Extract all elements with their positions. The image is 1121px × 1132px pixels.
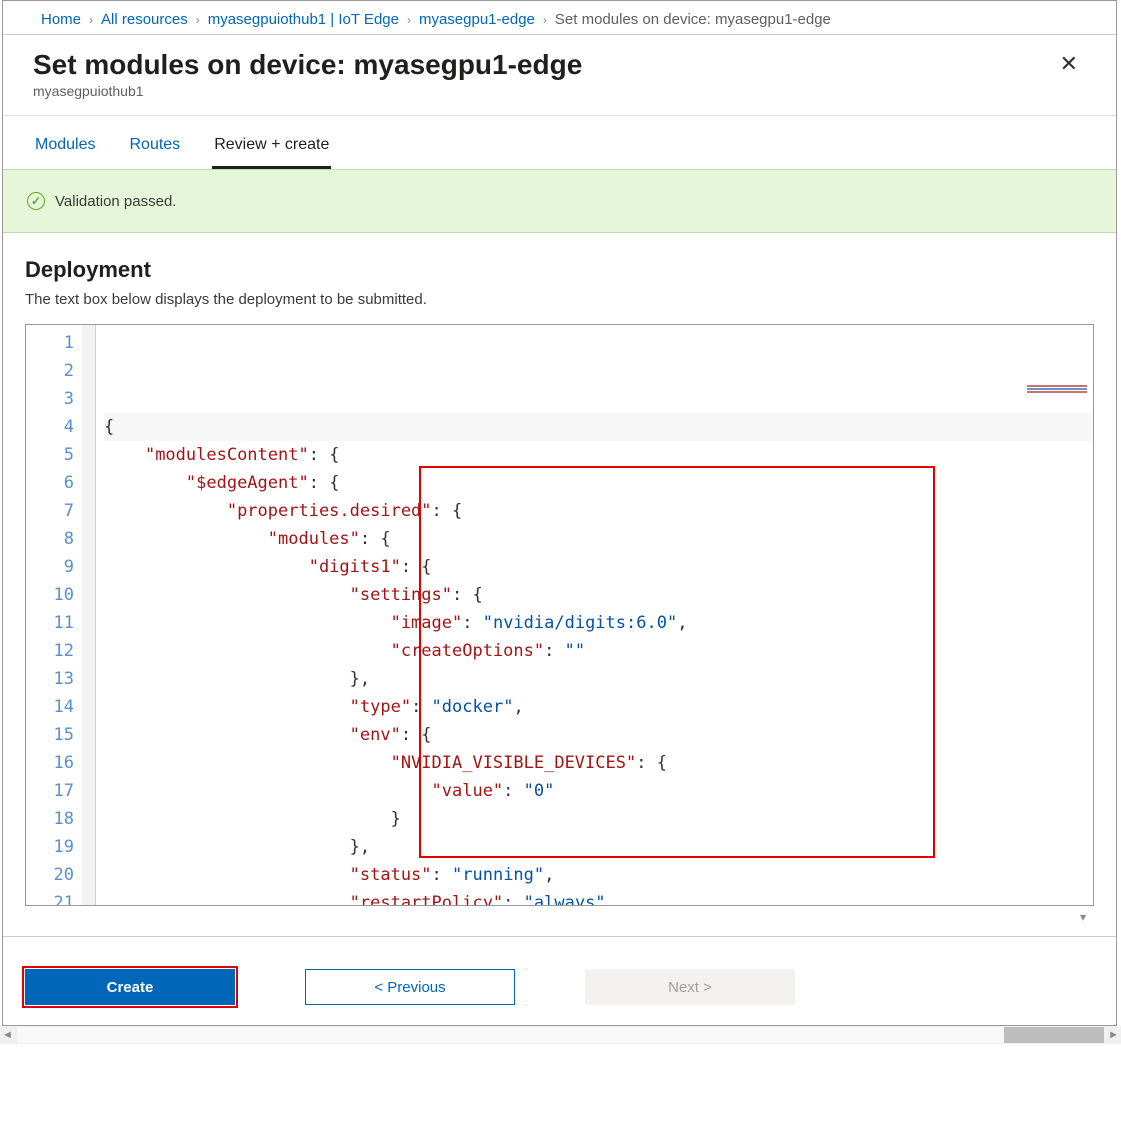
wizard-footer: Create < Previous Next >: [3, 936, 1116, 1025]
breadcrumb-link-edgedevice[interactable]: myasegpu1-edge: [419, 11, 535, 28]
previous-button[interactable]: < Previous: [305, 969, 515, 1005]
page-subtitle: myasegpuiothub1: [33, 83, 582, 99]
breadcrumb-current: Set modules on device: myasegpu1-edge: [555, 11, 831, 28]
next-button: Next >: [585, 969, 795, 1005]
validation-banner: ✓ Validation passed.: [3, 169, 1116, 233]
validation-message: Validation passed.: [55, 193, 176, 210]
tab-strip: Modules Routes Review + create: [3, 116, 1116, 169]
breadcrumb-link-allresources[interactable]: All resources: [101, 11, 188, 28]
chevron-right-icon: ›: [87, 13, 95, 27]
scroll-thumb[interactable]: [1004, 1027, 1104, 1043]
breadcrumb-link-home[interactable]: Home: [41, 11, 81, 28]
deployment-description: The text box below displays the deployme…: [25, 291, 1094, 308]
editor-content[interactable]: { "modulesContent": { "$edgeAgent": { "p…: [96, 325, 1093, 905]
minimap-icon: [1027, 329, 1087, 439]
tab-review-create[interactable]: Review + create: [212, 126, 331, 169]
editor-gutter: 1234 5678 9101112 13141516 17181920 21: [26, 325, 96, 905]
tab-routes[interactable]: Routes: [127, 126, 182, 169]
chevron-right-icon: ›: [541, 13, 549, 27]
create-button[interactable]: Create: [25, 969, 235, 1005]
scroll-right-icon[interactable]: ►: [1108, 1029, 1119, 1041]
close-icon[interactable]: ✕: [1052, 49, 1086, 79]
chevron-right-icon: ›: [194, 13, 202, 27]
scroll-left-icon[interactable]: ◄: [2, 1029, 13, 1041]
page-title: Set modules on device: myasegpu1-edge: [33, 49, 582, 81]
deployment-heading: Deployment: [25, 257, 1094, 283]
breadcrumb: Home › All resources › myasegpuiothub1 |…: [3, 1, 1116, 35]
scroll-hint-icon: ▾: [25, 906, 1094, 926]
deployment-json-editor[interactable]: 1234 5678 9101112 13141516 17181920 21 {…: [25, 324, 1094, 906]
chevron-right-icon: ›: [405, 13, 413, 27]
check-circle-icon: ✓: [27, 192, 45, 210]
breadcrumb-link-iothub[interactable]: myasegpuiothub1 | IoT Edge: [208, 11, 399, 28]
tab-modules[interactable]: Modules: [33, 126, 97, 169]
